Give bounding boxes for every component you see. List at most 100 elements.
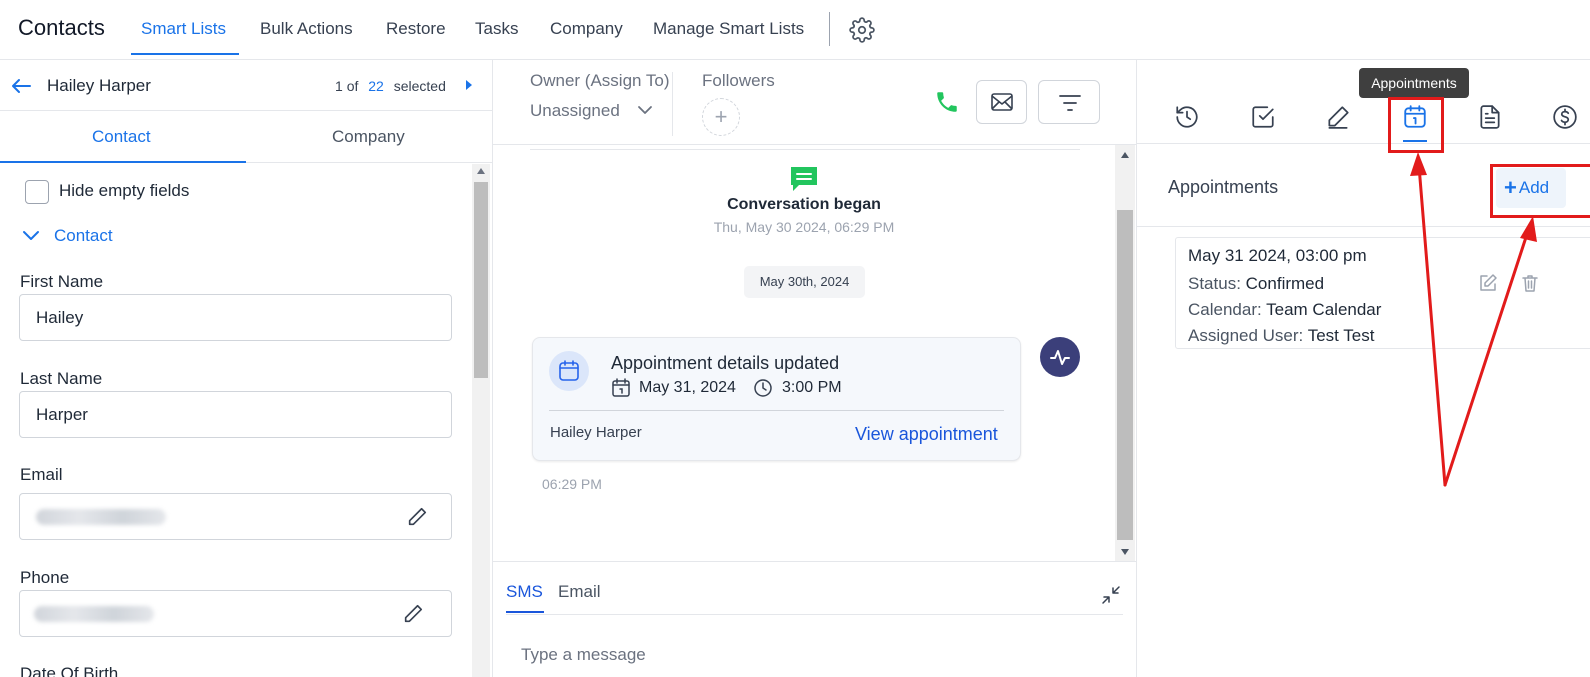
chat-bubble-icon <box>791 167 817 191</box>
add-follower-button[interactable]: + <box>702 98 740 136</box>
owner-label: Owner (Assign To) <box>530 71 670 90</box>
nav-company[interactable]: Company <box>550 19 623 39</box>
phone-field[interactable] <box>19 590 452 637</box>
status-value: Confirmed <box>1245 274 1325 293</box>
details-tabs: Contact Company <box>0 110 492 163</box>
appointment-contact: Hailey Harper <box>550 424 642 441</box>
phone-value-redacted <box>34 606 154 622</box>
scroll-down-icon[interactable] <box>1121 549 1129 555</box>
assigned-label: Assigned User: <box>1188 326 1304 345</box>
collapse-icon[interactable] <box>1101 585 1121 605</box>
app-title: Contacts <box>18 15 105 40</box>
task-checkbox-icon[interactable] <box>1250 104 1276 130</box>
calendar-label: Calendar: <box>1188 300 1262 319</box>
nav-smart-lists[interactable]: Smart Lists <box>141 19 226 39</box>
contact-details-panel: Hailey Harper 1 of 22 selected Contact C… <box>0 60 493 677</box>
trash-icon[interactable] <box>1520 273 1540 293</box>
appointment-date: May 31, 2024 <box>639 379 736 396</box>
phone-label: Phone <box>20 568 70 587</box>
status-label: Status: <box>1188 274 1241 293</box>
filter-icon <box>1059 95 1081 111</box>
back-arrow-icon[interactable] <box>10 77 32 95</box>
composer-tab-sms[interactable]: SMS <box>506 582 543 602</box>
nav-restore[interactable]: Restore <box>386 19 446 39</box>
tab-contact[interactable]: Contact <box>92 127 151 147</box>
email-value-redacted <box>36 509 166 525</box>
appointments-title: Appointments <box>1168 177 1279 197</box>
calendar-icon <box>612 378 630 397</box>
phone-icon[interactable] <box>934 89 960 115</box>
appointment-list-item[interactable]: May 31 2024, 03:00 pm Status: Confirmed … <box>1175 237 1590 349</box>
edit-pencil-icon[interactable] <box>402 603 424 625</box>
nav-divider <box>829 12 830 46</box>
last-name-field[interactable]: Harper <box>19 391 452 438</box>
edit-pencil-icon[interactable] <box>406 506 428 528</box>
message-timestamp: 06:29 PM <box>542 476 602 492</box>
email-button[interactable] <box>976 80 1027 124</box>
pager-current: 1 <box>335 78 343 94</box>
composer-tab-email[interactable]: Email <box>558 582 601 602</box>
conversation-panel: Owner (Assign To) Unassigned Followers +… <box>493 60 1137 677</box>
tab-company[interactable]: Company <box>332 127 405 147</box>
appointments-tooltip: Appointments <box>1359 68 1469 98</box>
calendar-icon <box>559 360 579 381</box>
message-composer: SMS Email <box>493 561 1136 677</box>
first-name-field[interactable]: Hailey <box>19 294 452 341</box>
note-pen-icon[interactable] <box>1325 104 1351 130</box>
chevron-down-icon[interactable] <box>637 104 653 116</box>
card-divider <box>549 410 1004 411</box>
appointment-avatar <box>549 351 589 391</box>
nav-tasks[interactable]: Tasks <box>475 19 518 39</box>
message-input[interactable] <box>521 642 1101 668</box>
appointment-status: Status: Confirmed <box>1188 274 1324 294</box>
hide-empty-checkbox[interactable] <box>25 180 49 204</box>
pager-total: 22 <box>368 78 384 94</box>
scroll-up-icon[interactable] <box>1121 152 1129 158</box>
date-of-birth-label: Date Of Birth <box>20 664 119 677</box>
last-name-value: Harper <box>36 405 88 424</box>
top-navigation: Contacts Smart Lists Bulk Actions Restor… <box>0 0 1590 60</box>
details-scrollbar-thumb[interactable] <box>474 182 488 378</box>
owner-select[interactable]: Unassigned <box>530 101 620 121</box>
gear-icon[interactable] <box>849 17 875 43</box>
pager-of: of <box>346 78 359 94</box>
conversation-began-date: Thu, May 30 2024, 06:29 PM <box>713 219 895 235</box>
calendar-value: Team Calendar <box>1266 300 1382 319</box>
first-name-value: Hailey <box>36 308 84 327</box>
nav-manage-smart-lists[interactable]: Manage Smart Lists <box>653 19 804 39</box>
annotation-highlight-calendar-tab <box>1388 97 1444 153</box>
assigned-value: Test Test <box>1307 326 1375 345</box>
document-icon[interactable] <box>1477 104 1503 130</box>
appointments-divider <box>1137 226 1590 227</box>
view-appointment-link[interactable]: View appointment <box>855 424 998 445</box>
record-pager: 1 of 22 selected <box>335 78 446 94</box>
filter-button[interactable] <box>1038 80 1100 124</box>
annotation-highlight-add-button <box>1490 164 1590 218</box>
conversation-thread: Conversation began Thu, May 30 2024, 06:… <box>493 145 1136 561</box>
appointment-update-title: Appointment details updated <box>611 353 840 373</box>
appointment-time: 3:00 PM <box>782 379 842 396</box>
thread-divider <box>530 149 1080 150</box>
history-icon[interactable] <box>1174 104 1200 130</box>
email-field[interactable] <box>19 493 452 540</box>
followers-label: Followers <box>702 71 775 90</box>
thread-scrollbar-thumb[interactable] <box>1117 210 1133 540</box>
next-record-icon[interactable] <box>466 80 472 90</box>
payments-dollar-icon[interactable] <box>1552 104 1578 130</box>
activity-side-panel: Appointments Appointments + Add May 31 20… <box>1137 60 1590 677</box>
date-separator-pill: May 30th, 2024 <box>744 266 865 298</box>
activity-avatar <box>1040 337 1080 377</box>
last-name-label: Last Name <box>20 369 103 388</box>
edit-icon[interactable] <box>1478 273 1498 293</box>
nav-active-indicator <box>131 53 239 55</box>
section-contact-title[interactable]: Contact <box>54 226 113 246</box>
appointment-update-card: Appointment details updated May 31, 2024… <box>532 337 1021 461</box>
first-name-label: First Name <box>20 272 104 291</box>
composer-tab-indicator <box>506 611 544 613</box>
nav-bulk-actions[interactable]: Bulk Actions <box>260 19 353 39</box>
chevron-down-icon[interactable] <box>22 228 40 242</box>
appointment-calendar: Calendar: Team Calendar <box>1188 300 1381 320</box>
composer-divider <box>506 614 1123 615</box>
mail-icon <box>991 93 1013 111</box>
scroll-up-icon[interactable] <box>477 168 485 174</box>
